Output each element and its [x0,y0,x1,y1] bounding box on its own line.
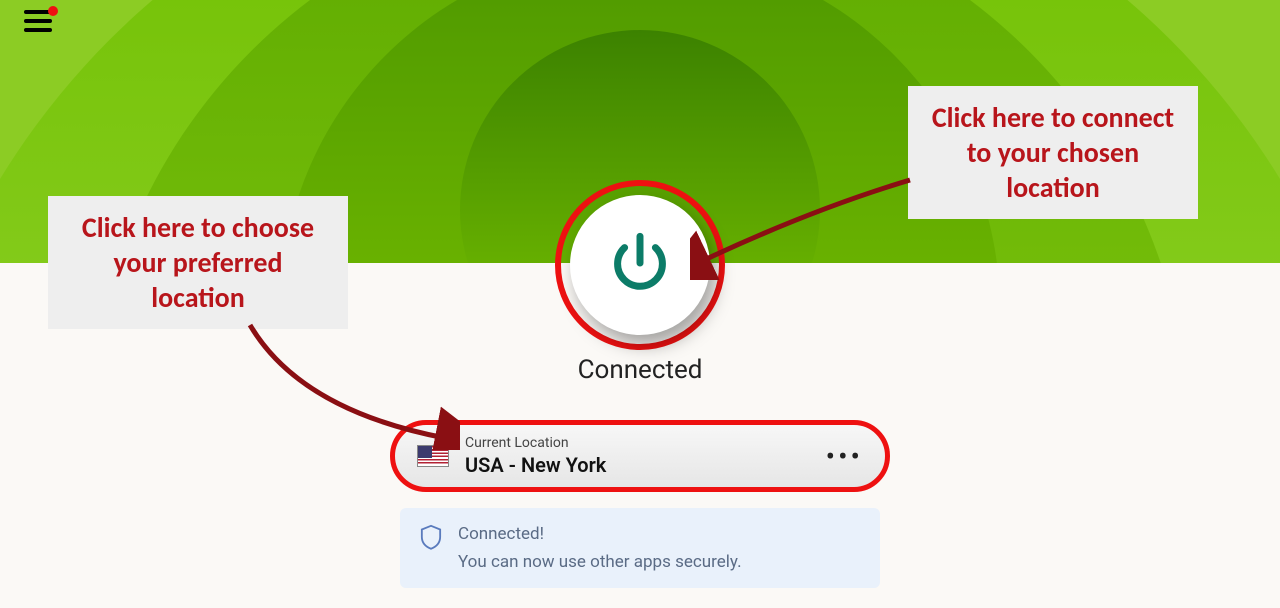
annotation-connect: Click here to connect to your chosen loc… [908,86,1198,219]
status-card-title: Connected! [458,524,742,544]
annotation-choose: Click here to choose your preferred loca… [48,196,348,329]
notification-dot-icon [48,6,58,16]
location-label: Current Location [465,435,826,451]
menu-button[interactable] [24,10,52,32]
status-card: Connected! You can now use other apps se… [400,508,880,588]
connect-button[interactable] [570,195,710,335]
flag-us-icon [417,445,449,467]
shield-icon [420,524,442,550]
location-name: USA - New York [465,453,826,477]
connection-status: Connected [578,355,703,385]
more-options-icon[interactable]: ••• [826,440,863,473]
status-card-subtitle: You can now use other apps securely. [458,552,742,572]
location-selector[interactable]: Current Location USA - New York ••• [390,420,890,492]
connect-button-highlight [555,180,725,350]
power-icon [605,228,675,302]
